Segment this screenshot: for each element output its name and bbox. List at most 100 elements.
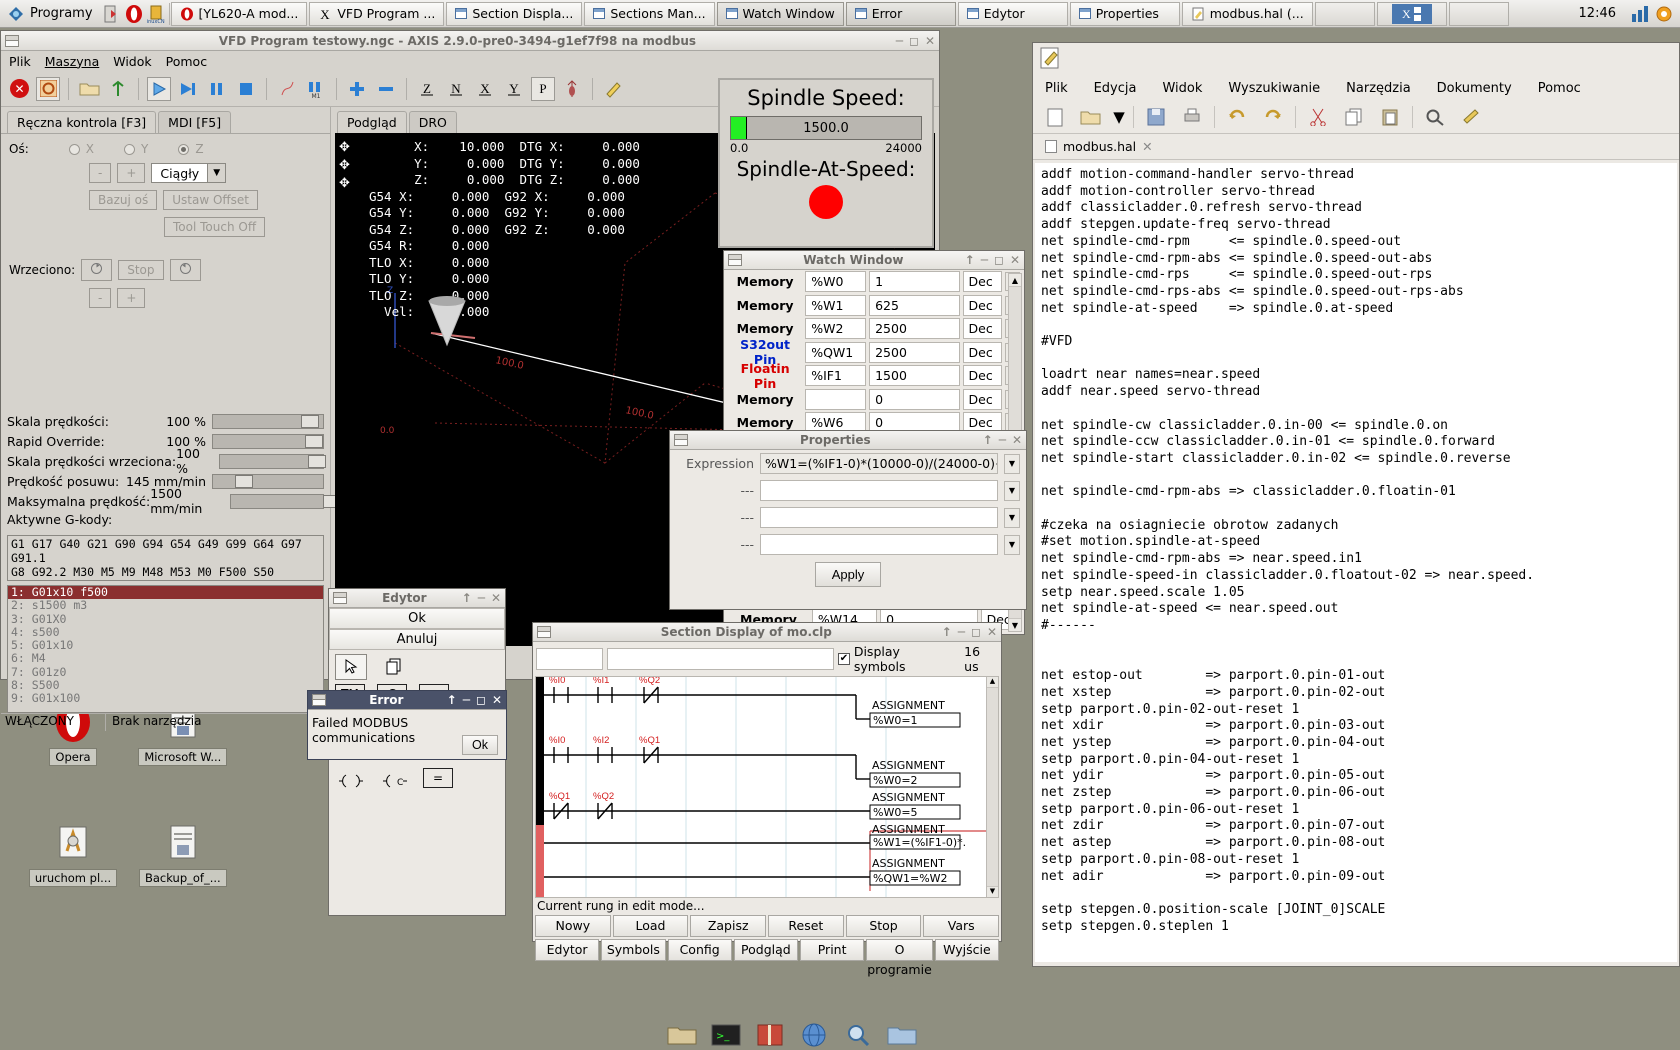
chevron-down-icon[interactable]: ▼ — [1004, 534, 1020, 555]
jog-mode-select[interactable]: Ciągły ▼ — [151, 163, 227, 183]
editor-palette[interactable] — [329, 650, 505, 684]
config-button[interactable]: Config — [667, 939, 732, 961]
view-x-icon[interactable]: X — [473, 77, 497, 101]
watch-app-icon[interactable] — [728, 254, 742, 266]
watch-format[interactable]: Dec — [962, 294, 1002, 316]
symbols-button[interactable]: Symbols — [601, 939, 666, 961]
rollup-icon[interactable]: ↑ — [965, 253, 975, 267]
print-icon[interactable] — [1178, 104, 1206, 130]
taskbar-task-list[interactable]: [YL620-A mod... X VFD Program ... Sectio… — [170, 1, 1571, 27]
gedit-menu-dokumenty[interactable]: Dokumenty — [1437, 81, 1512, 96]
menu-plik[interactable]: Plik — [9, 54, 31, 69]
tab-podglad[interactable]: Podgląd — [337, 111, 407, 133]
ladder-diagram[interactable]: %I0 %I1 %Q2 ASSIGNMENT %W0=1 %I0 %I2 %Q1 — [535, 676, 999, 898]
quit-button[interactable]: Wyjście — [934, 939, 1000, 961]
properties-window-controls[interactable]: ↑ ─ ✕ — [983, 433, 1022, 447]
task-button-edytor[interactable]: Edytor — [957, 1, 1068, 26]
watch-address[interactable]: %W2 — [805, 318, 867, 340]
program-line[interactable]: 5: G01x10 — [8, 639, 323, 652]
chevron-down-icon[interactable]: ▼ — [1004, 507, 1020, 528]
view-z2-icon[interactable]: N — [444, 77, 468, 101]
gedit-document-text[interactable]: addf motion-command-handler servo-thread… — [1035, 163, 1677, 962]
save-button[interactable]: Zapisz — [690, 915, 767, 937]
cut-icon[interactable] — [1304, 104, 1332, 130]
folder-icon[interactable] — [665, 1022, 699, 1048]
program-line[interactable]: 9: G01x100 — [8, 692, 323, 705]
estop-icon[interactable]: ✕ — [7, 77, 31, 101]
error-app-icon[interactable] — [312, 694, 326, 706]
set-offset-button[interactable]: Ustaw Offset — [163, 190, 259, 210]
radio-axis-y[interactable] — [123, 143, 135, 155]
skip-optional-icon[interactable] — [275, 77, 299, 101]
jog-handle-y-icon[interactable]: ✥ — [339, 157, 350, 175]
editor-ok-button[interactable]: Ok — [329, 608, 505, 629]
menu-widok[interactable]: Widok — [113, 54, 151, 69]
program-line[interactable]: 4: s500 — [8, 625, 323, 639]
find-icon[interactable] — [1421, 104, 1449, 130]
stop-icon[interactable] — [234, 77, 258, 101]
program-listing[interactable]: 1: G01x10 f500 2: s1500 m3 3: G01X0 4: s… — [7, 585, 324, 713]
task-button-vfd-program[interactable]: X VFD Program ... — [309, 1, 445, 26]
zoom-in-icon[interactable] — [345, 77, 369, 101]
minimize-icon[interactable]: ─ — [999, 433, 1006, 447]
gedit-menubar[interactable]: Plik Edycja Widok Wyszukiwanie Narzędzia… — [1033, 76, 1679, 101]
editor-palette-row-4[interactable]: C = — [329, 768, 505, 798]
menu-maszyna[interactable]: Maszyna — [45, 54, 100, 69]
coil-jump-icon[interactable] — [335, 768, 367, 794]
tool-touch-off-button[interactable]: Tool Touch Off — [164, 217, 266, 237]
load-button[interactable]: Load — [612, 915, 689, 937]
reload-file-icon[interactable] — [106, 77, 130, 101]
editor-button[interactable]: Edytor — [535, 939, 600, 961]
minimize-icon[interactable]: ─ — [896, 34, 903, 48]
close-icon[interactable]: ✕ — [492, 693, 502, 707]
view-p-icon[interactable]: P — [531, 76, 555, 101]
save-document-icon[interactable] — [1142, 104, 1170, 130]
axis-control-tabs[interactable]: Ręczna kontrola [F3] MDI [F5] — [1, 107, 330, 133]
close-icon[interactable]: ✕ — [925, 34, 935, 48]
tab-manual-control[interactable]: Ręczna kontrola [F3] — [7, 111, 157, 133]
stop-button[interactable]: Stop — [845, 915, 922, 937]
expression-input[interactable]: %W1=(%IF1-0)*(10000-0)/(24000-0)+0 — [760, 453, 998, 474]
blank-input-1[interactable] — [760, 480, 998, 501]
error-window-controls[interactable]: ↑ ─ ◻ ✕ — [447, 693, 502, 707]
watch-format[interactable]: Dec — [962, 318, 1002, 340]
editor-app-icon[interactable] — [333, 592, 347, 604]
print-button[interactable]: Print — [800, 939, 865, 961]
quick-launch[interactable]: LinuxCNC — [99, 2, 170, 25]
chevron-down-icon[interactable]: ▼ — [1004, 480, 1020, 501]
watch-titlebar[interactable]: Watch Window ↑ ─ ◻ ✕ — [724, 251, 1024, 270]
terminal-icon[interactable]: >_ — [709, 1022, 743, 1048]
watch-address[interactable]: %W1 — [805, 294, 867, 316]
scroll-down-icon[interactable]: ▼ — [987, 886, 998, 897]
scroll-up-icon[interactable]: ▲ — [1009, 274, 1021, 287]
paste-icon[interactable] — [1376, 104, 1404, 130]
program-line[interactable]: 1: G01x10 f500 — [8, 586, 323, 600]
scroll-down-icon[interactable]: ▼ — [1009, 618, 1021, 631]
blank-input-3[interactable] — [760, 534, 998, 555]
gedit-menu-wyszukiwanie[interactable]: Wyszukiwanie — [1228, 81, 1320, 96]
radio-axis-x[interactable] — [68, 143, 80, 155]
task-button-watch-window[interactable]: Watch Window — [716, 1, 844, 26]
editor-titlebar[interactable]: Edytor ↑ ─ ✕ — [329, 589, 505, 608]
open-document-icon[interactable] — [1077, 104, 1105, 130]
watch-value[interactable]: 2500 — [869, 341, 960, 363]
apply-button[interactable]: Apply — [814, 562, 882, 587]
system-tray[interactable] — [1624, 4, 1680, 24]
about-button[interactable]: O programie — [866, 939, 933, 977]
close-icon[interactable]: ✕ — [1012, 433, 1022, 447]
open-file-icon[interactable] — [77, 77, 101, 101]
menu-pomoc[interactable]: Pomoc — [166, 54, 207, 69]
section-name-input[interactable] — [536, 648, 604, 670]
watch-format[interactable]: Dec — [962, 365, 1002, 387]
jog-minus-button[interactable]: - — [89, 163, 112, 183]
copy-icon[interactable] — [1340, 104, 1368, 130]
jog-handle-z-icon[interactable]: ✥ — [339, 175, 350, 193]
rollup-icon[interactable]: ↑ — [983, 433, 993, 447]
tab-mdi[interactable]: MDI [F5] — [158, 111, 232, 133]
editor-window-controls[interactable]: ↑ ─ ✕ — [462, 591, 501, 605]
watch-address[interactable]: %W0 — [805, 271, 867, 293]
watch-address[interactable]: %IF1 — [805, 365, 867, 387]
radio-axis-z[interactable] — [178, 143, 190, 155]
jog-speed-slider[interactable] — [212, 473, 324, 489]
close-icon[interactable]: ✕ — [491, 591, 501, 605]
